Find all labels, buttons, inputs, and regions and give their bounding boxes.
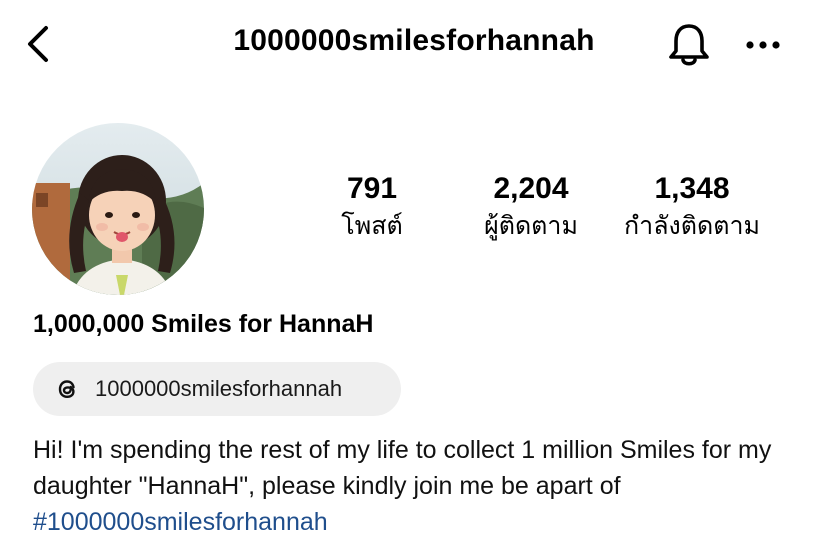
notifications-button[interactable] — [664, 20, 714, 70]
threads-username: 1000000smilesforhannah — [95, 376, 343, 401]
more-horizontal-icon — [746, 41, 780, 49]
bell-icon — [669, 24, 709, 66]
avatar[interactable] — [32, 123, 204, 295]
posts-stat[interactable]: 791 โพสต์ — [322, 172, 422, 246]
display-name: 1,000,000 Smiles for HannaH — [33, 310, 374, 338]
posts-label: โพสต์ — [341, 212, 403, 240]
threads-link-button[interactable]: 1000000smilesforhannah — [33, 362, 401, 416]
followers-stat[interactable]: 2,204 ผู้ติดตาม — [466, 172, 596, 246]
bio-text: Hi! I'm spending the rest of my life to … — [33, 432, 813, 540]
followers-count: 2,204 — [493, 172, 569, 205]
top-bar: 1000000smilesforhannah — [0, 0, 828, 90]
following-label: กำลังติดตาม — [624, 212, 760, 240]
followers-label: ผู้ติดตาม — [484, 212, 578, 240]
bio-hashtag-link[interactable]: #1000000smilesforhannah — [33, 508, 328, 536]
profile-photo — [32, 123, 204, 295]
threads-icon — [58, 380, 75, 399]
posts-count: 791 — [346, 172, 398, 205]
more-options-button[interactable] — [742, 30, 784, 60]
profile-page: 1000000smilesforhannah 791 โพสต์ 2,204 ผ… — [0, 0, 828, 540]
following-stat[interactable]: 1,348 กำลังติดตาม — [614, 172, 770, 246]
bio-body: Hi! I'm spending the rest of my life to … — [33, 436, 772, 500]
following-count: 1,348 — [654, 172, 730, 205]
